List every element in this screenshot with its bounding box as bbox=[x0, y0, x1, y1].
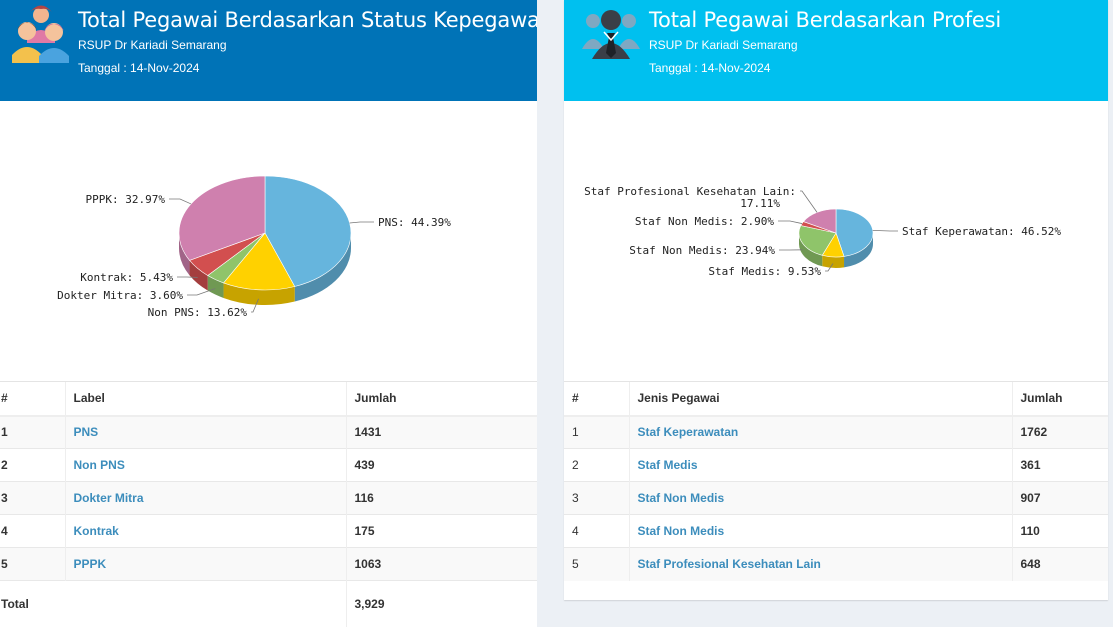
people-group-icon bbox=[12, 5, 69, 63]
label-connector-4 bbox=[800, 190, 818, 213]
table-header-row: # Jenis Pegawai Jumlah bbox=[564, 381, 1108, 417]
col-header-label: Label bbox=[64, 381, 346, 417]
row-value: 1063 bbox=[345, 547, 537, 581]
status-panel: Total Pegawai Berdasarkan Status Kepegaw… bbox=[0, 0, 537, 627]
table-row: 3 Dokter Mitra 116 bbox=[0, 481, 537, 515]
profession-panel: Total Pegawai Berdasarkan Profesi RSUP D… bbox=[564, 0, 1108, 600]
profession-panel-header: Total Pegawai Berdasarkan Profesi RSUP D… bbox=[564, 0, 1108, 101]
row-value: 1762 bbox=[1011, 415, 1108, 449]
slice-label-1: Non PNS: 13.62% bbox=[148, 306, 248, 319]
label-connector-4 bbox=[169, 198, 192, 205]
table-row: 4 Staf Non Medis 110 bbox=[564, 514, 1108, 548]
slice-label-2: Dokter Mitra: 3.60% bbox=[57, 289, 183, 302]
label-connector-3 bbox=[778, 220, 803, 224]
status-panel-date: Tanggal : 14-Nov-2024 bbox=[78, 61, 200, 75]
pie-slices bbox=[798, 208, 874, 258]
label-connector-0 bbox=[872, 229, 898, 232]
slice-label-4-line2: 17.11% bbox=[740, 197, 780, 210]
slice-label-3: Staf Non Medis: 2.90% bbox=[635, 215, 774, 228]
status-pie-chart-svg: PNS: 44.39% Non PNS: 13.62% Dokter Mitra: … bbox=[57, 175, 451, 319]
profession-pie-chart: Staf Keperawatan: 46.52% Staf Medis: 9.53… bbox=[564, 101, 1108, 381]
row-value: 110 bbox=[1011, 514, 1108, 548]
row-value: 1431 bbox=[345, 415, 537, 449]
table-row: 2 Non PNS 439 bbox=[0, 448, 537, 482]
col-header-no: # bbox=[0, 381, 65, 417]
row-no: 1 bbox=[0, 415, 65, 449]
col-header-jumlah: Jumlah bbox=[1011, 381, 1108, 417]
row-link-staf-profesional[interactable]: Staf Profesional Kesehatan Lain bbox=[638, 557, 821, 571]
row-no: 5 bbox=[564, 547, 629, 581]
table-row: 3 Staf Non Medis 907 bbox=[564, 481, 1108, 515]
row-link-staf-non-medis-2[interactable]: Staf Non Medis bbox=[638, 524, 725, 538]
row-no: 1 bbox=[564, 415, 629, 449]
profession-panel-date: Tanggal : 14-Nov-2024 bbox=[649, 61, 771, 75]
table-header-row: # Label Jumlah bbox=[0, 381, 537, 417]
slice-label-2: Staf Non Medis: 23.94% bbox=[629, 244, 775, 257]
total-label: Total bbox=[0, 580, 65, 627]
row-no: 4 bbox=[564, 514, 629, 548]
col-header-jumlah: Jumlah bbox=[345, 381, 537, 417]
slice-label-4: PPPK: 32.97% bbox=[86, 193, 166, 206]
label-connector-0 bbox=[349, 221, 374, 224]
row-link-staf-non-medis[interactable]: Staf Non Medis bbox=[638, 491, 725, 505]
slice-label-3: Kontrak: 5.43% bbox=[80, 271, 173, 284]
row-link-staf-keperawatan[interactable]: Staf Keperawatan bbox=[638, 425, 739, 439]
profession-table: # Jenis Pegawai Jumlah 1 Staf Keperawata… bbox=[564, 381, 1108, 581]
row-no: 2 bbox=[564, 448, 629, 482]
table-row: 5 Staf Profesional Kesehatan Lain 648 bbox=[564, 547, 1108, 581]
slice-label-1: Staf Medis: 9.53% bbox=[708, 265, 821, 278]
row-link-pppk[interactable]: PPPK bbox=[74, 557, 107, 571]
status-pie-chart: PNS: 44.39% Non PNS: 13.62% Dokter Mitra: … bbox=[0, 101, 537, 381]
total-value: 3,929 bbox=[345, 580, 537, 627]
row-no: 3 bbox=[0, 481, 65, 515]
status-panel-title: Total Pegawai Berdasarkan Status Kepegaw… bbox=[78, 8, 537, 32]
row-no: 4 bbox=[0, 514, 65, 548]
slice-label-0: PNS: 44.39% bbox=[378, 216, 451, 229]
col-header-jenis: Jenis Pegawai bbox=[628, 381, 1012, 417]
profession-panel-subtitle: RSUP Dr Kariadi Semarang bbox=[649, 38, 798, 52]
businessman-icon bbox=[582, 10, 640, 59]
profession-pie-chart-svg: Staf Keperawatan: 46.52% Staf Medis: 9.53… bbox=[584, 185, 1061, 278]
pie-slices bbox=[178, 175, 352, 291]
total-spacer bbox=[65, 580, 346, 627]
status-table: # Label Jumlah 1 PNS 1431 2 Non PNS 439 … bbox=[0, 381, 537, 627]
row-value: 648 bbox=[1011, 547, 1108, 581]
slice-label-0: Staf Keperawatan: 46.52% bbox=[902, 225, 1061, 238]
status-panel-subtitle: RSUP Dr Kariadi Semarang bbox=[78, 38, 227, 52]
row-value: 439 bbox=[345, 448, 537, 482]
status-panel-header: Total Pegawai Berdasarkan Status Kepegaw… bbox=[0, 0, 537, 101]
table-row: 4 Kontrak 175 bbox=[0, 514, 537, 548]
row-link-non-pns[interactable]: Non PNS bbox=[74, 458, 125, 472]
col-header-no: # bbox=[564, 381, 629, 417]
row-no: 5 bbox=[0, 547, 65, 581]
row-no: 2 bbox=[0, 448, 65, 482]
row-link-dokter-mitra[interactable]: Dokter Mitra bbox=[74, 491, 144, 505]
row-value: 175 bbox=[345, 514, 537, 548]
row-value: 907 bbox=[1011, 481, 1108, 515]
row-value: 361 bbox=[1011, 448, 1108, 482]
table-row: 1 Staf Keperawatan 1762 bbox=[564, 415, 1108, 449]
row-no: 3 bbox=[564, 481, 629, 515]
table-row: 2 Staf Medis 361 bbox=[564, 448, 1108, 482]
row-value: 116 bbox=[345, 481, 537, 515]
row-link-kontrak[interactable]: Kontrak bbox=[74, 524, 119, 538]
row-link-staf-medis[interactable]: Staf Medis bbox=[638, 458, 698, 472]
table-row: 5 PPPK 1063 bbox=[0, 547, 537, 581]
row-link-pns[interactable]: PNS bbox=[74, 425, 99, 439]
profession-panel-title: Total Pegawai Berdasarkan Profesi bbox=[649, 8, 1001, 32]
total-row: Total 3,929 bbox=[0, 580, 537, 627]
table-row: 1 PNS 1431 bbox=[0, 415, 537, 449]
